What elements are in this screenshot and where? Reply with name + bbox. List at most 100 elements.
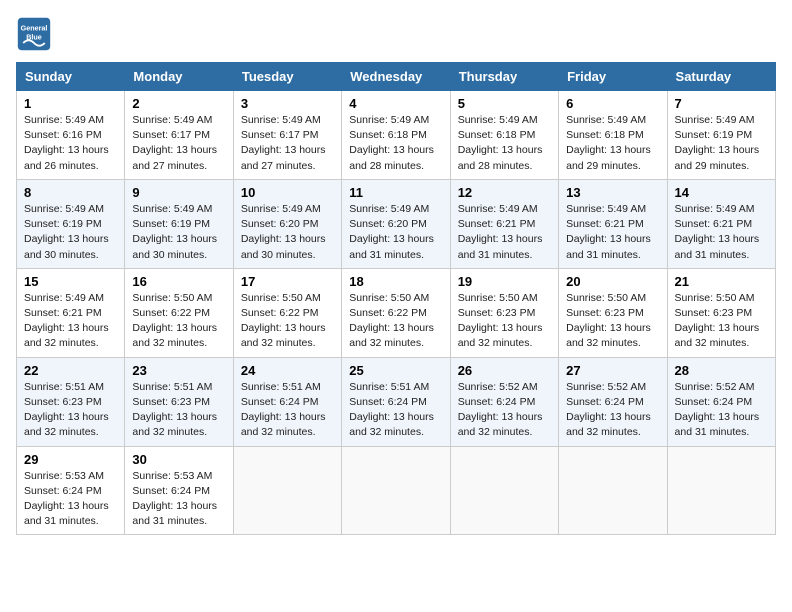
- calendar-cell: 28 Sunrise: 5:52 AMSunset: 6:24 PMDayligh…: [667, 357, 775, 446]
- day-info: Sunrise: 5:51 AMSunset: 6:24 PMDaylight:…: [349, 380, 442, 441]
- calendar-cell: 29 Sunrise: 5:53 AMSunset: 6:24 PMDayligh…: [17, 446, 125, 535]
- day-info: Sunrise: 5:49 AMSunset: 6:18 PMDaylight:…: [566, 113, 659, 174]
- day-number: 29: [24, 452, 117, 467]
- day-info: Sunrise: 5:52 AMSunset: 6:24 PMDaylight:…: [675, 380, 768, 441]
- day-info: Sunrise: 5:50 AMSunset: 6:22 PMDaylight:…: [132, 291, 225, 352]
- day-info: Sunrise: 5:51 AMSunset: 6:23 PMDaylight:…: [132, 380, 225, 441]
- day-info: Sunrise: 5:49 AMSunset: 6:16 PMDaylight:…: [24, 113, 117, 174]
- calendar-cell: 18 Sunrise: 5:50 AMSunset: 6:22 PMDayligh…: [342, 268, 450, 357]
- day-number: 15: [24, 274, 117, 289]
- day-number: 25: [349, 363, 442, 378]
- day-number: 13: [566, 185, 659, 200]
- calendar-day-header: Saturday: [667, 63, 775, 91]
- calendar-cell: [450, 446, 558, 535]
- day-number: 6: [566, 96, 659, 111]
- day-info: Sunrise: 5:50 AMSunset: 6:23 PMDaylight:…: [458, 291, 551, 352]
- day-number: 19: [458, 274, 551, 289]
- day-number: 17: [241, 274, 334, 289]
- calendar-cell: 11Sunrise: 5:49 AMSunset: 6:20 PMDayligh…: [342, 179, 450, 268]
- logo-icon: General Blue: [16, 16, 52, 52]
- svg-text:General: General: [21, 23, 48, 32]
- day-number: 26: [458, 363, 551, 378]
- calendar-cell: 14 Sunrise: 5:49 AMSunset: 6:21 PMDayligh…: [667, 179, 775, 268]
- calendar-week-row: 29 Sunrise: 5:53 AMSunset: 6:24 PMDayligh…: [17, 446, 776, 535]
- day-number: 12: [458, 185, 551, 200]
- day-info: Sunrise: 5:49 AMSunset: 6:17 PMDaylight:…: [132, 113, 225, 174]
- day-info: Sunrise: 5:50 AMSunset: 6:23 PMDaylight:…: [675, 291, 768, 352]
- day-info: Sunrise: 5:49 AMSunset: 6:19 PMDaylight:…: [132, 202, 225, 263]
- day-number: 28: [675, 363, 768, 378]
- day-info: Sunrise: 5:50 AMSunset: 6:22 PMDaylight:…: [349, 291, 442, 352]
- calendar-cell: 19 Sunrise: 5:50 AMSunset: 6:23 PMDayligh…: [450, 268, 558, 357]
- calendar-week-row: 15Sunrise: 5:49 AMSunset: 6:21 PMDayligh…: [17, 268, 776, 357]
- day-number: 5: [458, 96, 551, 111]
- day-number: 8: [24, 185, 117, 200]
- day-info: Sunrise: 5:49 AMSunset: 6:18 PMDaylight:…: [458, 113, 551, 174]
- day-info: Sunrise: 5:49 AMSunset: 6:21 PMDaylight:…: [675, 202, 768, 263]
- day-number: 4: [349, 96, 442, 111]
- calendar-cell: 10Sunrise: 5:49 AMSunset: 6:20 PMDayligh…: [233, 179, 341, 268]
- calendar-day-header: Wednesday: [342, 63, 450, 91]
- calendar-cell: 8 Sunrise: 5:49 AMSunset: 6:19 PMDaylight…: [17, 179, 125, 268]
- calendar-day-header: Friday: [559, 63, 667, 91]
- day-number: 22: [24, 363, 117, 378]
- calendar-cell: 26 Sunrise: 5:52 AMSunset: 6:24 PMDayligh…: [450, 357, 558, 446]
- calendar-cell: [667, 446, 775, 535]
- day-info: Sunrise: 5:50 AMSunset: 6:22 PMDaylight:…: [241, 291, 334, 352]
- day-number: 18: [349, 274, 442, 289]
- calendar-cell: 21 Sunrise: 5:50 AMSunset: 6:23 PMDayligh…: [667, 268, 775, 357]
- calendar-cell: [342, 446, 450, 535]
- calendar-day-header: Tuesday: [233, 63, 341, 91]
- calendar-week-row: 22 Sunrise: 5:51 AMSunset: 6:23 PMDayligh…: [17, 357, 776, 446]
- calendar-table: SundayMondayTuesdayWednesdayThursdayFrid…: [16, 62, 776, 535]
- calendar-cell: 4 Sunrise: 5:49 AMSunset: 6:18 PMDaylight…: [342, 91, 450, 180]
- day-info: Sunrise: 5:53 AMSunset: 6:24 PMDaylight:…: [132, 469, 225, 530]
- calendar-cell: 6 Sunrise: 5:49 AMSunset: 6:18 PMDaylight…: [559, 91, 667, 180]
- calendar-cell: 1Sunrise: 5:49 AMSunset: 6:16 PMDaylight…: [17, 91, 125, 180]
- calendar-cell: 15Sunrise: 5:49 AMSunset: 6:21 PMDayligh…: [17, 268, 125, 357]
- calendar-cell: 27Sunrise: 5:52 AMSunset: 6:24 PMDayligh…: [559, 357, 667, 446]
- calendar-day-header: Monday: [125, 63, 233, 91]
- calendar-cell: 3 Sunrise: 5:49 AMSunset: 6:17 PMDaylight…: [233, 91, 341, 180]
- day-number: 20: [566, 274, 659, 289]
- day-info: Sunrise: 5:49 AMSunset: 6:18 PMDaylight:…: [349, 113, 442, 174]
- day-number: 9: [132, 185, 225, 200]
- day-number: 10: [241, 185, 334, 200]
- day-number: 14: [675, 185, 768, 200]
- calendar-cell: 16 Sunrise: 5:50 AMSunset: 6:22 PMDayligh…: [125, 268, 233, 357]
- day-number: 2: [132, 96, 225, 111]
- day-number: 16: [132, 274, 225, 289]
- calendar-cell: 7 Sunrise: 5:49 AMSunset: 6:19 PMDaylight…: [667, 91, 775, 180]
- calendar-cell: 2 Sunrise: 5:49 AMSunset: 6:17 PMDaylight…: [125, 91, 233, 180]
- day-info: Sunrise: 5:52 AMSunset: 6:24 PMDaylight:…: [458, 380, 551, 441]
- logo: General Blue: [16, 16, 56, 52]
- calendar-cell: 22Sunrise: 5:51 AMSunset: 6:23 PMDayligh…: [17, 357, 125, 446]
- day-number: 21: [675, 274, 768, 289]
- day-info: Sunrise: 5:49 AMSunset: 6:21 PMDaylight:…: [458, 202, 551, 263]
- day-info: Sunrise: 5:49 AMSunset: 6:21 PMDaylight:…: [566, 202, 659, 263]
- day-info: Sunrise: 5:53 AMSunset: 6:24 PMDaylight:…: [24, 469, 117, 530]
- calendar-cell: [233, 446, 341, 535]
- calendar-header-row: SundayMondayTuesdayWednesdayThursdayFrid…: [17, 63, 776, 91]
- day-info: Sunrise: 5:50 AMSunset: 6:23 PMDaylight:…: [566, 291, 659, 352]
- calendar-day-header: Sunday: [17, 63, 125, 91]
- calendar-cell: 17 Sunrise: 5:50 AMSunset: 6:22 PMDayligh…: [233, 268, 341, 357]
- calendar-cell: 5 Sunrise: 5:49 AMSunset: 6:18 PMDaylight…: [450, 91, 558, 180]
- calendar-cell: 23 Sunrise: 5:51 AMSunset: 6:23 PMDayligh…: [125, 357, 233, 446]
- calendar-cell: 25 Sunrise: 5:51 AMSunset: 6:24 PMDayligh…: [342, 357, 450, 446]
- day-number: 7: [675, 96, 768, 111]
- calendar-cell: 13 Sunrise: 5:49 AMSunset: 6:21 PMDayligh…: [559, 179, 667, 268]
- day-number: 3: [241, 96, 334, 111]
- day-info: Sunrise: 5:49 AMSunset: 6:19 PMDaylight:…: [24, 202, 117, 263]
- day-number: 24: [241, 363, 334, 378]
- calendar-cell: 9 Sunrise: 5:49 AMSunset: 6:19 PMDaylight…: [125, 179, 233, 268]
- calendar-week-row: 8 Sunrise: 5:49 AMSunset: 6:19 PMDaylight…: [17, 179, 776, 268]
- day-info: Sunrise: 5:51 AMSunset: 6:24 PMDaylight:…: [241, 380, 334, 441]
- calendar-cell: [559, 446, 667, 535]
- day-number: 27: [566, 363, 659, 378]
- day-info: Sunrise: 5:49 AMSunset: 6:17 PMDaylight:…: [241, 113, 334, 174]
- day-number: 23: [132, 363, 225, 378]
- calendar-cell: 12 Sunrise: 5:49 AMSunset: 6:21 PMDayligh…: [450, 179, 558, 268]
- calendar-cell: 20 Sunrise: 5:50 AMSunset: 6:23 PMDayligh…: [559, 268, 667, 357]
- day-info: Sunrise: 5:49 AMSunset: 6:19 PMDaylight:…: [675, 113, 768, 174]
